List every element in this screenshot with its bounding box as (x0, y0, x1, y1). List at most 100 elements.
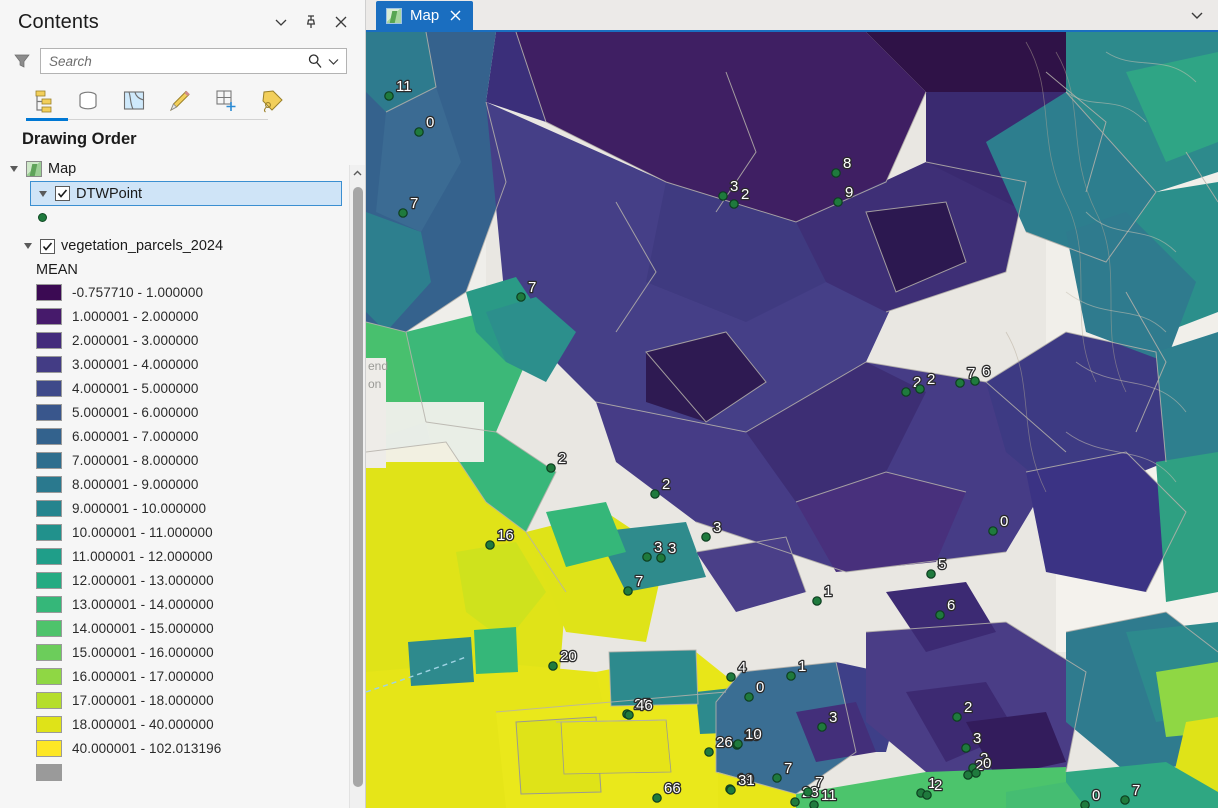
layer-row-vegetation-parcels[interactable]: vegetation_parcels_2024 (0, 234, 365, 258)
legend-swatch[interactable] (36, 427, 62, 445)
map-point-feature[interactable] (988, 526, 998, 536)
map-point-feature[interactable] (623, 586, 633, 596)
legend-swatch[interactable] (36, 571, 62, 589)
map-point-feature[interactable] (833, 197, 843, 207)
map-point-feature[interactable] (786, 671, 796, 681)
legend-row[interactable]: 13.000001 - 14.000000 (0, 592, 365, 616)
legend-swatch[interactable] (36, 715, 62, 733)
list-by-editing-icon[interactable] (164, 85, 196, 117)
map-point-feature[interactable] (414, 127, 424, 137)
map-point-feature[interactable] (652, 793, 662, 803)
layer-row-dtwpoint[interactable]: DTWPoint (30, 181, 342, 206)
chevron-down-icon[interactable] (273, 14, 289, 30)
chevron-down-icon[interactable] (1188, 6, 1206, 24)
legend-row[interactable]: 12.000001 - 13.000000 (0, 568, 365, 592)
map-point-feature[interactable] (624, 710, 634, 720)
legend-swatch[interactable] (36, 379, 62, 397)
legend-row[interactable]: 40.000001 - 102.013196 (0, 736, 365, 760)
legend-swatch[interactable] (36, 331, 62, 349)
map-point-feature[interactable] (809, 800, 819, 808)
map-point-feature[interactable] (704, 747, 714, 757)
list-by-labeling-icon[interactable] (256, 85, 288, 117)
map-point-feature[interactable] (650, 489, 660, 499)
expander-icon[interactable] (22, 240, 34, 252)
legend-swatch[interactable] (36, 643, 62, 661)
legend-row[interactable]: 10.000001 - 11.000000 (0, 520, 365, 544)
map-point-feature[interactable] (744, 692, 754, 702)
map-point-feature[interactable] (926, 569, 936, 579)
legend-row-partial[interactable] (0, 760, 365, 784)
legend-row[interactable]: 3.000001 - 4.000000 (0, 352, 365, 376)
map-point-feature[interactable] (790, 797, 800, 807)
map-point-feature[interactable] (922, 790, 932, 800)
legend-row[interactable]: 14.000001 - 15.000000 (0, 616, 365, 640)
legend-row[interactable]: 9.000001 - 10.000000 (0, 496, 365, 520)
list-by-snapping-icon[interactable] (210, 85, 242, 117)
map-point-feature[interactable] (516, 292, 526, 302)
search-box[interactable] (40, 48, 347, 74)
expander-icon[interactable] (37, 188, 49, 200)
expander-icon[interactable] (8, 163, 20, 175)
map-point-feature[interactable] (718, 191, 728, 201)
legend-swatch[interactable] (36, 403, 62, 421)
search-icon[interactable] (306, 52, 324, 70)
legend-swatch[interactable] (36, 523, 62, 541)
map-point-feature[interactable] (803, 787, 813, 797)
pin-icon[interactable] (303, 14, 319, 30)
map-point-feature[interactable] (729, 199, 739, 209)
legend-swatch[interactable] (36, 667, 62, 685)
map-canvas[interactable]: end on 11 0 7 7 3 2 8 9 2 2 7 6 2 2 16 3 3 3 7 1 5 6 0 20 4 0 1 3 25… (366, 30, 1218, 808)
scrollbar-thumb[interactable] (353, 187, 363, 787)
legend-row[interactable]: 4.000001 - 5.000000 (0, 376, 365, 400)
map-point-feature[interactable] (812, 596, 822, 606)
map-point-feature[interactable] (733, 739, 743, 749)
map-point-feature[interactable] (656, 553, 666, 563)
close-icon[interactable] (447, 8, 463, 24)
legend-row[interactable]: 11.000001 - 12.000000 (0, 544, 365, 568)
legend-row[interactable]: 16.000001 - 17.000000 (0, 664, 365, 688)
map-point-feature[interactable] (772, 773, 782, 783)
legend-swatch[interactable] (36, 355, 62, 373)
legend-row[interactable]: 2.000001 - 3.000000 (0, 328, 365, 352)
map-point-feature[interactable] (915, 384, 925, 394)
legend-row[interactable]: 5.000001 - 6.000000 (0, 400, 365, 424)
map-point-feature[interactable] (726, 672, 736, 682)
legend-row[interactable]: 17.000001 - 18.000000 (0, 688, 365, 712)
legend-swatch[interactable] (36, 547, 62, 565)
legend-swatch[interactable] (36, 763, 62, 781)
legend-swatch[interactable] (36, 451, 62, 469)
legend-row[interactable]: 8.000001 - 9.000000 (0, 472, 365, 496)
tab-map[interactable]: Map (376, 1, 474, 30)
list-by-data-source-icon[interactable] (72, 85, 104, 117)
layer-visibility-checkbox-vegetation-parcels[interactable] (40, 238, 55, 254)
legend-row[interactable]: 15.000001 - 16.000000 (0, 640, 365, 664)
map-point-feature[interactable] (398, 208, 408, 218)
legend-row[interactable]: 7.000001 - 8.000000 (0, 448, 365, 472)
map-point-feature[interactable] (701, 532, 711, 542)
search-input[interactable] (49, 53, 306, 69)
legend-swatch[interactable] (36, 691, 62, 709)
map-point-feature[interactable] (955, 378, 965, 388)
map-point-feature[interactable] (971, 768, 981, 778)
tree-node-map[interactable]: Map (0, 157, 365, 181)
contents-scrollbar[interactable] (349, 165, 365, 808)
legend-swatch[interactable] (36, 595, 62, 613)
map-point-feature[interactable] (546, 463, 556, 473)
legend-swatch[interactable] (36, 307, 62, 325)
map-point-feature[interactable] (817, 722, 827, 732)
legend-row[interactable]: 18.000001 - 40.000000 (0, 712, 365, 736)
map-point-feature[interactable] (970, 376, 980, 386)
map-point-feature[interactable] (1120, 795, 1130, 805)
map-point-feature[interactable] (831, 168, 841, 178)
list-by-selection-icon[interactable] (118, 85, 150, 117)
map-point-feature[interactable] (1080, 800, 1090, 808)
map-point-feature[interactable] (901, 387, 911, 397)
map-point-feature[interactable] (935, 610, 945, 620)
legend-swatch[interactable] (36, 739, 62, 757)
map-point-feature[interactable] (548, 661, 558, 671)
legend-row[interactable]: 6.000001 - 7.000000 (0, 424, 365, 448)
legend-swatch[interactable] (36, 619, 62, 637)
legend-row[interactable]: 1.000001 - 2.000000 (0, 304, 365, 328)
legend-row[interactable]: -0.757710 - 1.000000 (0, 280, 365, 304)
layer-visibility-checkbox-dtwpoint[interactable] (55, 186, 70, 201)
